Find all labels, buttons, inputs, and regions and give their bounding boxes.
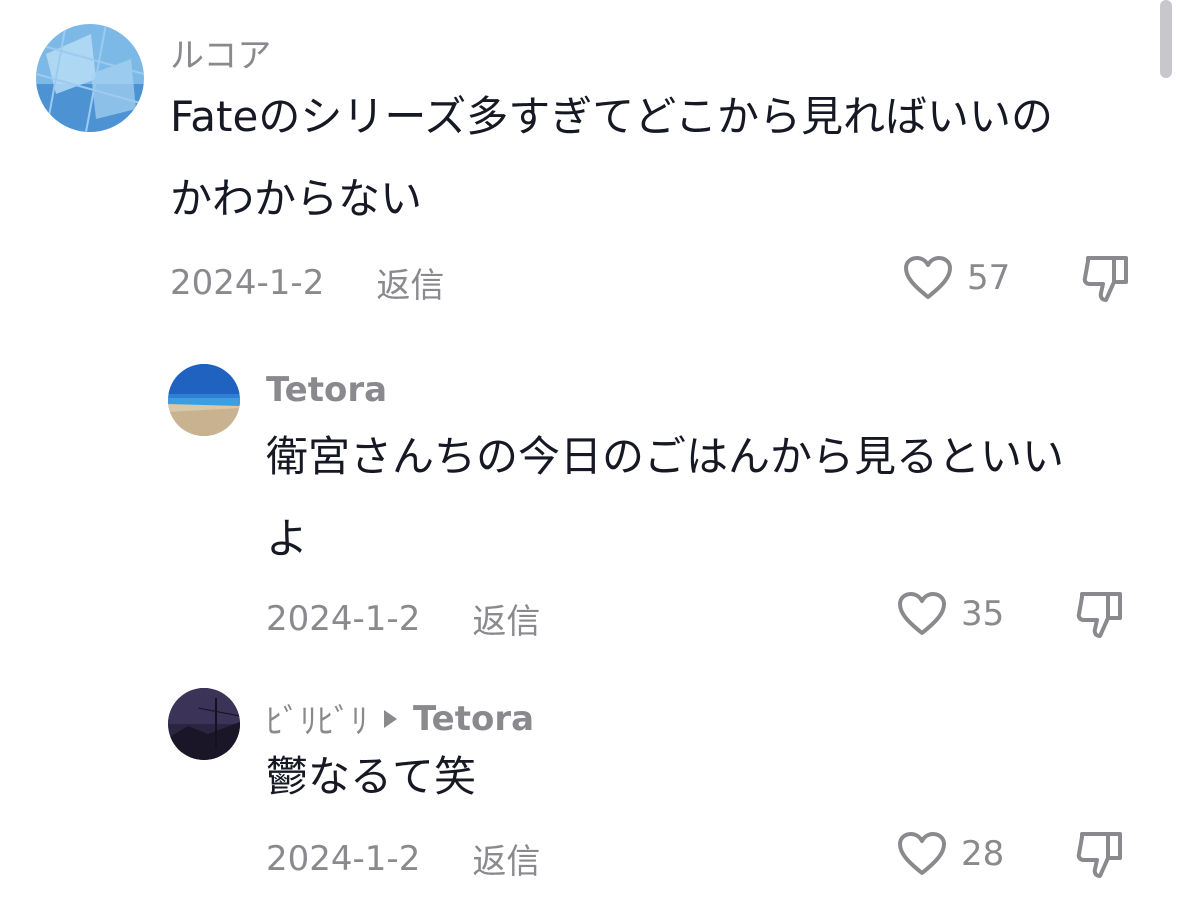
like-count: 35 [961, 594, 1005, 634]
comment-text-line: 鬱なるて笑 [266, 752, 477, 801]
comment-username[interactable]: ルコア [170, 28, 271, 77]
comment-meta: 2024-1-2 返信 [266, 594, 540, 643]
like-count: 57 [967, 258, 1011, 298]
avatar[interactable] [168, 364, 240, 436]
comment-date: 2024-1-2 [266, 598, 421, 639]
avatar[interactable] [36, 24, 144, 132]
comment-text: 衛宮さんちの今日のごはんから見るといい よ [266, 416, 1146, 580]
username-text[interactable]: Tetora [266, 370, 387, 410]
reply-button[interactable]: 返信 [472, 594, 540, 643]
thumbs-down-outline-icon[interactable] [1080, 252, 1134, 306]
heart-outline-icon [904, 256, 952, 299]
comment-text-line: かわからない [170, 174, 423, 223]
like-button[interactable]: 35 [897, 591, 1004, 637]
comment-username[interactable]: Tetora [266, 370, 387, 410]
comment-text: 鬱なるて笑 [266, 736, 1146, 818]
reply-arrow-icon [384, 709, 397, 728]
heart-outline-icon [898, 592, 946, 635]
scrollbar[interactable] [1160, 0, 1172, 78]
like-button[interactable]: 57 [903, 255, 1010, 301]
reply-to-username[interactable]: Tetora [413, 699, 534, 739]
heart-outline-icon [898, 832, 946, 875]
username-text[interactable]: ルコア [170, 28, 271, 77]
comment-text-line: 衛宮さんちの今日のごはんから見るといい [266, 432, 1065, 481]
thumbs-down-outline-icon[interactable] [1074, 588, 1128, 642]
reply-button[interactable]: 返信 [376, 258, 444, 307]
comment-date: 2024-1-2 [170, 262, 325, 303]
comment-date: 2024-1-2 [266, 838, 421, 879]
like-button[interactable]: 28 [897, 831, 1004, 877]
thumbs-down-outline-icon[interactable] [1074, 828, 1128, 882]
comment-text: Fateのシリーズ多すぎてどこから見ればいいの かわからない [170, 76, 1130, 240]
comment-text-line: Fateのシリーズ多すぎてどこから見ればいいの [170, 92, 1053, 141]
like-count: 28 [961, 834, 1005, 874]
comment-meta: 2024-1-2 返信 [170, 258, 444, 307]
avatar[interactable] [168, 688, 240, 760]
comment-text-line: よ [266, 514, 309, 563]
reply-button[interactable]: 返信 [472, 834, 540, 883]
comment-meta: 2024-1-2 返信 [266, 834, 540, 883]
